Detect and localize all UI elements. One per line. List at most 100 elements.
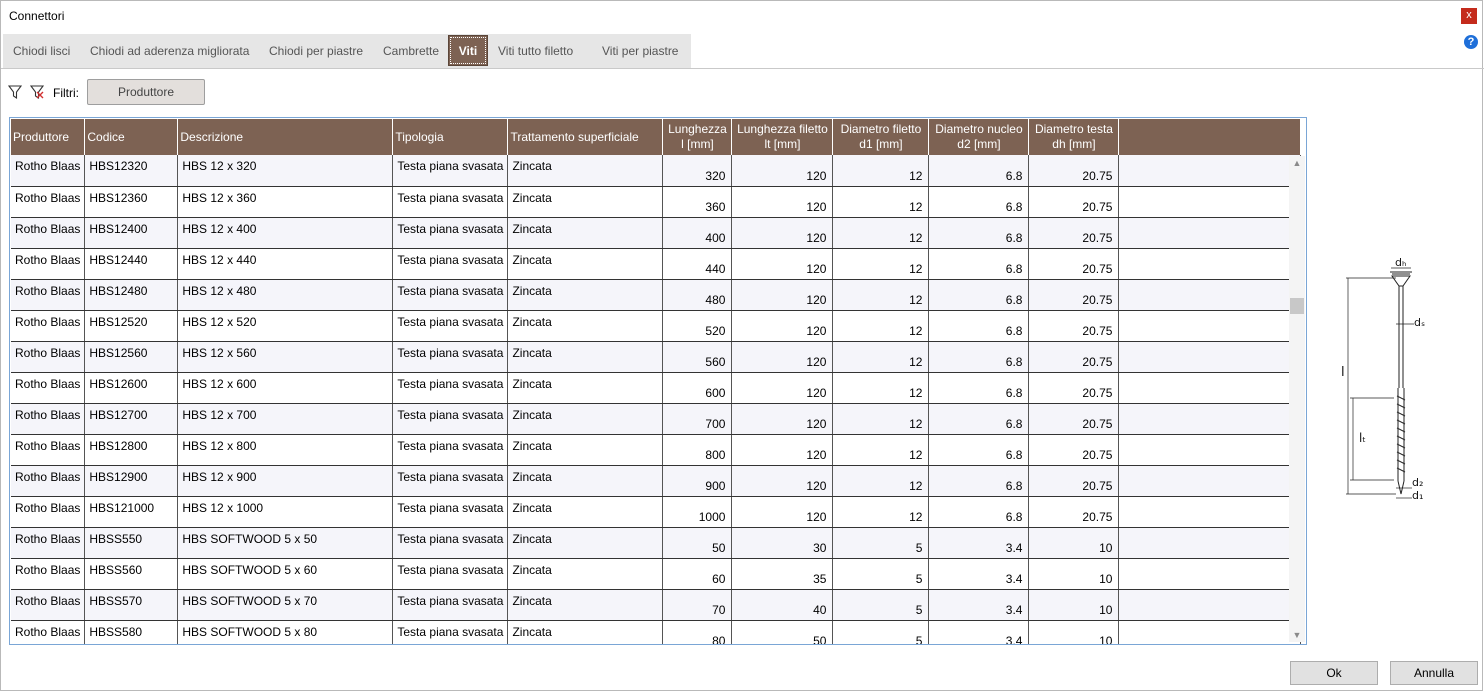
table-row[interactable]: Rotho Blaas HBS12520 HBS 12 x 520 Testa pia… (11, 310, 1302, 342)
produttore-filter-button[interactable]: Produttore (87, 79, 205, 105)
cancel-button[interactable]: Annulla (1390, 661, 1478, 685)
column-header[interactable]: Produttore (11, 119, 86, 155)
table-cell-filler (1118, 186, 1302, 218)
tab-chiodi-aderenza[interactable]: Chiodi ad aderenza migliorata (90, 34, 249, 68)
table-cell: 12 (832, 310, 930, 342)
table-cell: Zincata (507, 372, 664, 404)
table-row[interactable]: Rotho Blaas HBS12480 HBS 12 x 480 Testa pia… (11, 279, 1302, 311)
column-header[interactable]: Diametro testa dh [mm] (1028, 119, 1120, 155)
table-header: Produttore Codice Descrizione Tipologia … (11, 119, 1302, 155)
table-cell: HBS 12 x 480 (177, 279, 394, 311)
tab-viti-tutto-filetto[interactable]: Viti tutto filetto (498, 34, 573, 68)
table-cell: 120 (731, 341, 834, 373)
tab-chiodi-piastre[interactable]: Chiodi per piastre (269, 34, 363, 68)
close-button[interactable]: x (1461, 8, 1477, 24)
table-cell: 120 (731, 403, 834, 435)
table-cell-filler (1118, 372, 1302, 404)
table-cell-filler (1118, 620, 1302, 644)
table-cell: 30 (731, 527, 834, 559)
table-cell-filler (1118, 341, 1302, 373)
table-cell: 5 (832, 589, 930, 621)
column-header[interactable]: Codice (84, 119, 179, 155)
table-cell: Rotho Blaas (11, 403, 86, 435)
table-cell: HBS 12 x 360 (177, 186, 394, 218)
scrollbar-thumb[interactable] (1290, 298, 1304, 314)
screw-diagram: dₕ dₛ l lₜ d₂ d₁ (1341, 256, 1425, 502)
table-row[interactable]: Rotho Blaas HBS12400 HBS 12 x 400 Testa pia… (11, 217, 1302, 249)
table-cell: 10 (1028, 558, 1120, 590)
table-cell: 20.75 (1028, 310, 1120, 342)
table-row[interactable]: Rotho Blaas HBSS560 HBS SOFTWOOD 5 x 60 Tes… (11, 558, 1302, 590)
table-row[interactable]: Rotho Blaas HBS12560 HBS 12 x 560 Testa pia… (11, 341, 1302, 373)
column-header[interactable]: Diametro nucleo d2 [mm] (928, 119, 1030, 155)
tab-content-border (1, 68, 1484, 69)
table-body: Rotho Blaas HBS12320 HBS 12 x 320 Testa pia… (11, 155, 1302, 644)
funnel-icon[interactable] (8, 84, 22, 100)
vertical-scrollbar[interactable]: ▲ ▼ (1289, 156, 1305, 642)
column-header[interactable]: Lunghezza l [mm] (662, 119, 733, 155)
table-cell: 1000 (662, 496, 733, 528)
table-cell: Rotho Blaas (11, 248, 86, 280)
table-cell: 6.8 (928, 341, 1030, 373)
table-cell: 6.8 (928, 372, 1030, 404)
table-row[interactable]: Rotho Blaas HBS121000 HBS 12 x 1000 Testa p… (11, 496, 1302, 528)
tab-chiodi-lisci[interactable]: Chiodi lisci (13, 34, 70, 68)
table-cell: Rotho Blaas (11, 589, 86, 621)
table-cell-filler (1118, 310, 1302, 342)
table-row[interactable]: Rotho Blaas HBS12800 HBS 12 x 800 Testa pia… (11, 434, 1302, 466)
table-cell: HBS12320 (84, 155, 179, 187)
scroll-down-icon[interactable]: ▼ (1289, 628, 1305, 642)
data-table: Produttore Codice Descrizione Tipologia … (11, 119, 1302, 644)
column-header[interactable]: Diametro filetto d1 [mm] (832, 119, 930, 155)
table-cell: HBS 12 x 400 (177, 217, 394, 249)
table-row[interactable]: Rotho Blaas HBS12320 HBS 12 x 320 Testa pia… (11, 155, 1302, 187)
column-header[interactable]: Trattamento superficiale (507, 119, 664, 155)
ok-button[interactable]: Ok (1290, 661, 1378, 685)
table-cell-filler (1118, 465, 1302, 497)
table-cell: 60 (662, 558, 733, 590)
table-cell: 520 (662, 310, 733, 342)
table-row[interactable]: Rotho Blaas HBSS550 HBS SOFTWOOD 5 x 50 Tes… (11, 527, 1302, 559)
table-cell-filler (1118, 434, 1302, 466)
table-cell-filler (1118, 496, 1302, 528)
table-cell: HBS12400 (84, 217, 179, 249)
table-row[interactable]: Rotho Blaas HBS12700 HBS 12 x 700 Testa pia… (11, 403, 1302, 435)
table-cell-filler (1118, 279, 1302, 311)
table-row[interactable]: Rotho Blaas HBS12600 HBS 12 x 600 Testa pia… (11, 372, 1302, 404)
table-cell: 5 (832, 558, 930, 590)
table-cell: 10 (1028, 589, 1120, 621)
table-cell: Testa piana svasata (392, 589, 509, 621)
table-cell: 600 (662, 372, 733, 404)
table-row[interactable]: Rotho Blaas HBSS570 HBS SOFTWOOD 5 x 70 Tes… (11, 589, 1302, 621)
table-cell: 20.75 (1028, 372, 1120, 404)
table-cell-filler (1118, 403, 1302, 435)
table-row[interactable]: Rotho Blaas HBS12440 HBS 12 x 440 Testa pia… (11, 248, 1302, 280)
tab-viti-piastre[interactable]: Viti per piastre (602, 34, 678, 68)
table-cell: HBS12360 (84, 186, 179, 218)
table-cell: HBS SOFTWOOD 5 x 60 (177, 558, 394, 590)
table-cell: Zincata (507, 434, 664, 466)
table-cell: 20.75 (1028, 279, 1120, 311)
table-cell-filler (1118, 527, 1302, 559)
table-cell: 560 (662, 341, 733, 373)
tab-viti[interactable]: Viti (448, 35, 488, 66)
table-cell: Zincata (507, 620, 664, 644)
column-header[interactable]: Tipologia (392, 119, 509, 155)
diagram-label-d1: d₁ (1412, 489, 1423, 502)
table-cell: Rotho Blaas (11, 372, 86, 404)
help-icon[interactable]: ? (1464, 35, 1478, 49)
tab-cambrette[interactable]: Cambrette (383, 34, 439, 68)
table-cell: 6.8 (928, 186, 1030, 218)
table-row[interactable]: Rotho Blaas HBS12900 HBS 12 x 900 Testa pia… (11, 465, 1302, 497)
table-cell: 12 (832, 186, 930, 218)
table-cell: 700 (662, 403, 733, 435)
column-header[interactable]: Descrizione (177, 119, 394, 155)
table-row[interactable]: Rotho Blaas HBSS580 HBS SOFTWOOD 5 x 80 Tes… (11, 620, 1302, 644)
table-cell: HBS12800 (84, 434, 179, 466)
table-cell: 6.8 (928, 403, 1030, 435)
scroll-up-icon[interactable]: ▲ (1289, 156, 1305, 170)
column-header[interactable]: Lunghezza filetto lt [mm] (731, 119, 834, 155)
funnel-clear-icon[interactable] (30, 84, 44, 100)
table-row[interactable]: Rotho Blaas HBS12360 HBS 12 x 360 Testa pia… (11, 186, 1302, 218)
table-cell: 12 (832, 434, 930, 466)
